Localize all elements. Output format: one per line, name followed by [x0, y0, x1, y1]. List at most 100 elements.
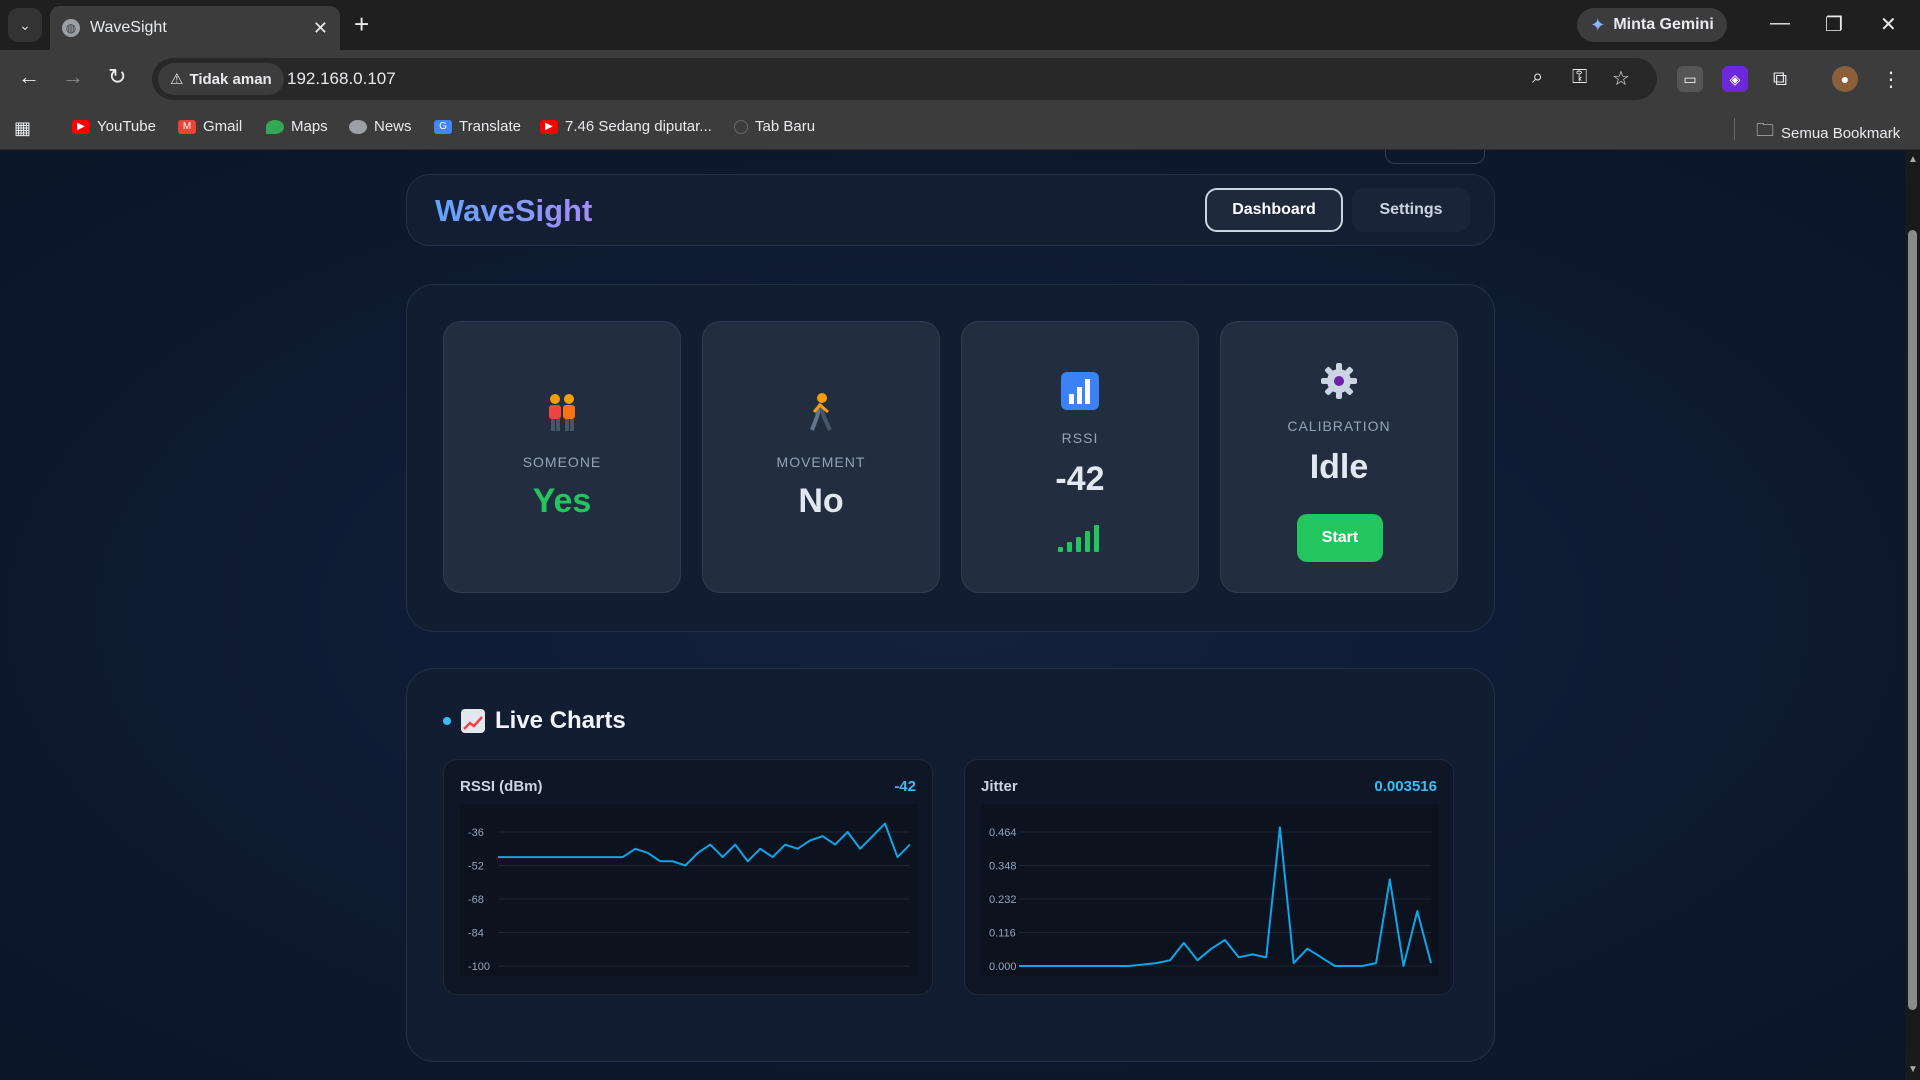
puzzle-icon[interactable]: ⧉: [1767, 66, 1793, 92]
globe-icon: ◍: [62, 19, 80, 37]
divider: [1734, 118, 1735, 140]
sparkle-icon: ✦: [1590, 14, 1606, 35]
forward-icon[interactable]: →: [62, 64, 84, 90]
calibration-label: CALIBRATION: [1287, 418, 1391, 434]
bookmark-gmail[interactable]: M Gmail: [178, 118, 242, 135]
star-icon[interactable]: ☆: [1612, 66, 1630, 91]
bookmark-label: Maps: [291, 118, 328, 135]
scroll-thumb[interactable]: [1908, 230, 1917, 1010]
tab-dashboard[interactable]: Dashboard: [1205, 188, 1343, 232]
y-tick-label: -84: [468, 928, 484, 940]
bookmark-label: Gmail: [203, 118, 243, 135]
translate-icon: G: [434, 119, 452, 134]
bookmark-new-tab[interactable]: Tab Baru: [734, 118, 815, 135]
youtube-icon: ▶: [540, 119, 558, 134]
close-icon[interactable]: ✕: [313, 18, 328, 39]
live-dot-icon: [443, 717, 451, 725]
extension-chat-icon[interactable]: ▭: [1677, 66, 1703, 92]
address-bar[interactable]: ⚠ Tidak aman 192.168.0.107 ⌕ ⚿ ☆: [152, 58, 1657, 100]
rssi-chart-card: RSSI (dBm) -42 -36 -52 -68 -84 -100: [443, 759, 933, 995]
globe-icon: [734, 119, 748, 134]
y-tick-label: -36: [468, 827, 484, 839]
bookmark-youtube[interactable]: ▶ YouTube: [72, 118, 156, 135]
url-text[interactable]: 192.168.0.107: [287, 69, 396, 89]
scrollbar[interactable]: ▲ ▼: [1905, 150, 1920, 1080]
start-calibration-button[interactable]: Start: [1297, 514, 1383, 562]
close-window-icon[interactable]: ✕: [1880, 12, 1897, 37]
page-viewport: WaveSight Dashboard Settings SOMEONE Yes: [0, 150, 1905, 1080]
all-bookmarks-label: Semua Bookmark: [1781, 124, 1901, 142]
y-tick-label: 0.116: [989, 928, 1016, 940]
brand-logo: WaveSight: [435, 193, 593, 228]
tab-search-icon[interactable]: ⌄: [8, 8, 42, 42]
charts-panel: Live Charts RSSI (dBm) -42 -36 -52 -68 -84-…: [406, 668, 1495, 1062]
rssi-value: -42: [1055, 460, 1105, 498]
movement-value: No: [798, 482, 844, 520]
rssi-label: RSSI: [1061, 430, 1099, 446]
scroll-down-icon[interactable]: ▼: [1908, 1064, 1918, 1075]
y-tick-label: 0.348: [989, 861, 1017, 873]
new-tab-button[interactable]: +: [354, 10, 369, 38]
apps-grid-icon[interactable]: ▦: [14, 118, 31, 139]
reload-icon[interactable]: ↻: [108, 64, 126, 90]
extension-purple-icon[interactable]: ◈: [1722, 66, 1748, 92]
scroll-up-icon[interactable]: ▲: [1908, 154, 1918, 165]
y-tick-label: 0.000: [989, 961, 1017, 973]
chart-latest-value: 0.003516: [1374, 778, 1437, 795]
gear-icon: [1221, 362, 1457, 409]
rssi-card: RSSI -42: [961, 321, 1199, 593]
key-icon[interactable]: ⚿: [1572, 66, 1587, 89]
walking-person-icon: [703, 392, 939, 441]
y-tick-label: -52: [468, 861, 484, 873]
browser-tab[interactable]: ◍ WaveSight ✕: [50, 6, 340, 50]
bookmark-news[interactable]: News: [349, 118, 412, 135]
maps-pin-icon: [266, 119, 284, 134]
chart-title: RSSI (dBm): [460, 778, 543, 795]
app-header: WaveSight Dashboard Settings: [406, 174, 1495, 246]
bookmark-maps[interactable]: Maps: [266, 118, 328, 135]
y-tick-label: -68: [468, 894, 484, 906]
charts-heading: Live Charts: [443, 707, 626, 735]
y-tick-label: -100: [468, 961, 490, 973]
browser-toolbar: ← → ↻ ⚠ Tidak aman 192.168.0.107 ⌕ ⚿ ☆: [0, 50, 1920, 108]
chart-latest-value: -42: [894, 778, 916, 795]
bookmark-translate[interactable]: G Translate: [434, 118, 521, 135]
movement-label: MOVEMENT: [776, 454, 866, 470]
bookmark-label: Translate: [459, 118, 521, 135]
bookmark-now-playing[interactable]: ▶ 7.46 Sedang diputar...: [540, 118, 712, 135]
security-chip[interactable]: ⚠ Tidak aman: [158, 63, 284, 95]
tab-settings[interactable]: Settings: [1352, 188, 1470, 232]
someone-card: SOMEONE Yes: [443, 321, 681, 593]
zoom-icon[interactable]: ⌕: [1532, 66, 1543, 89]
people-icon: [444, 392, 680, 441]
globe-icon: [349, 119, 367, 134]
y-tick-label: 0.232: [989, 894, 1017, 906]
signal-strength-icon: [962, 522, 1198, 561]
someone-label: SOMEONE: [522, 454, 602, 470]
jitter-chart-card: Jitter 0.003516 0.464 0.348 0.232 0.116 0.00…: [964, 759, 1454, 995]
avatar[interactable]: ●: [1832, 66, 1858, 92]
rssi-line-chart: -36 -52 -68 -84 -100: [460, 804, 918, 976]
gmail-icon: M: [178, 119, 196, 134]
status-panel: SOMEONE Yes MOVEMENT No RSSI -42 CALIBRA…: [406, 284, 1495, 632]
tab-title: WaveSight: [90, 19, 167, 36]
charts-title: Live Charts: [495, 707, 626, 734]
minimize-icon[interactable]: —: [1770, 12, 1790, 35]
menu-icon[interactable]: ⋮: [1878, 66, 1904, 92]
movement-card: MOVEMENT No: [702, 321, 940, 593]
trend-chart-icon: [461, 709, 485, 733]
back-icon[interactable]: ←: [18, 64, 40, 90]
gemini-label: Minta Gemini: [1613, 16, 1714, 33]
calibration-card: CALIBRATION Idle Start: [1220, 321, 1458, 593]
gemini-button[interactable]: ✦ Minta Gemini: [1577, 8, 1727, 42]
partial-button[interactable]: [1385, 150, 1485, 164]
restore-icon[interactable]: ❐: [1825, 12, 1843, 37]
browser-tab-strip: ⌄ ◍ WaveSight ✕ + ✦ Minta Gemini — ❐ ✕: [0, 0, 1920, 50]
bookmark-label: YouTube: [97, 118, 156, 135]
bookmark-label: Tab Baru: [755, 118, 816, 135]
chart-title: Jitter: [981, 778, 1018, 795]
warning-icon: ⚠: [170, 71, 184, 88]
all-bookmarks[interactable]: 🗀 Semua Bookmark: [1756, 118, 1900, 148]
calibration-value: Idle: [1309, 448, 1369, 486]
security-label: Tidak aman: [189, 70, 272, 88]
